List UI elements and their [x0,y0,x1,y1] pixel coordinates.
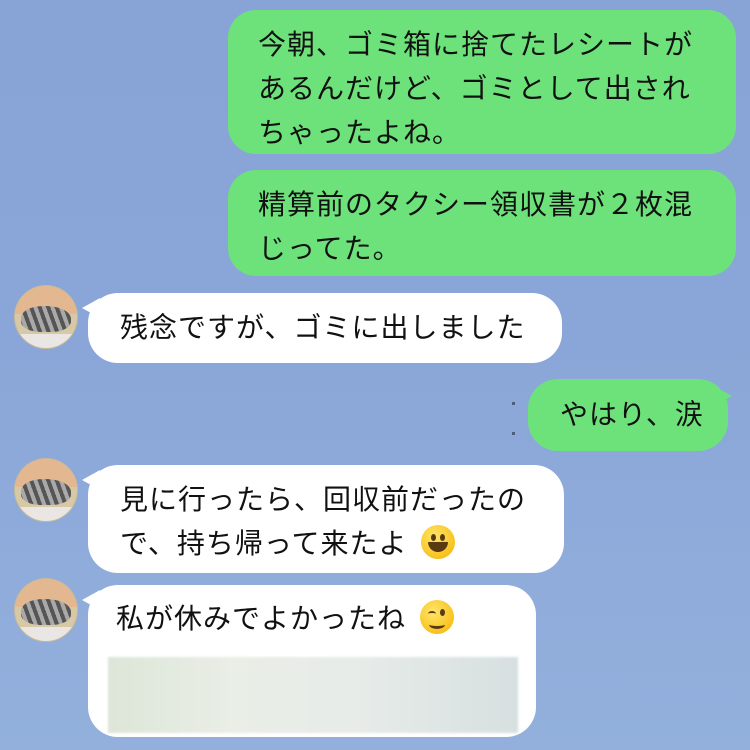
message-line: で、持ち帰って来たよ [120,527,408,560]
incoming-message[interactable]: 残念ですが、ゴミに出しました [88,293,562,363]
message-line: あるんだけど、ゴミとして出され [258,72,691,105]
chat-view: 今朝、ゴミ箱に捨てたレシートが あるんだけど、ゴミとして出され ちゃったよね。 … [0,0,750,750]
message-line: 今朝、ゴミ箱に捨てたレシートが [258,28,694,61]
incoming-message[interactable]: 私が休みでよかったね [88,585,536,737]
message-line: 見に行ったら、回収前だったの [120,483,527,516]
message-line: 私が休みでよかったね [116,602,407,635]
message-line: じってた。 [258,232,402,265]
outgoing-message[interactable]: やはり、涙 [528,379,728,451]
outgoing-message[interactable]: 精算前のタクシー領収書が２枚混 じってた。 [228,170,736,276]
read-indicator [512,402,515,405]
outgoing-message[interactable]: 今朝、ゴミ箱に捨てたレシートが あるんだけど、ゴミとして出され ちゃったよね。 [228,10,736,154]
blurred-image-attachment[interactable] [108,657,518,733]
message-line: 残念ですが、ゴミに出しました [120,311,526,344]
avatar[interactable] [14,578,78,642]
grinning-face-icon [421,525,456,559]
message-line: 精算前のタクシー領収書が２枚混 [258,188,694,221]
message-line: ちゃったよね。 [258,116,462,149]
message-line: やはり、涙 [560,398,704,431]
read-indicator [512,432,515,435]
incoming-message[interactable]: 見に行ったら、回収前だったの で、持ち帰って来たよ [88,465,564,573]
avatar[interactable] [14,285,78,349]
avatar[interactable] [14,458,78,522]
winking-face-icon [419,600,454,634]
